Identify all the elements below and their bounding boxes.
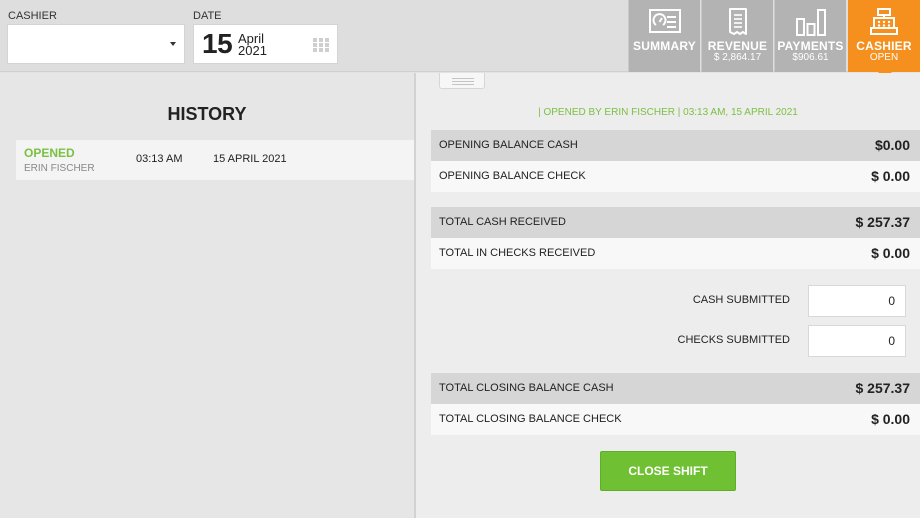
opening-balance-cash-row: OPENING BALANCE CASH $0.00: [431, 130, 920, 161]
total-cash-received-value: $ 257.37: [855, 214, 911, 230]
cash-submitted-input[interactable]: [808, 285, 906, 317]
history-panel: HISTORY OPENED ERIN FISCHER 03:13 AM 15 …: [0, 73, 414, 518]
closing-balance-check-label: TOTAL CLOSING BALANCE CHECK: [439, 413, 622, 425]
closing-balance-cash-row: TOTAL CLOSING BALANCE CASH $ 257.37: [431, 373, 920, 404]
total-cash-received-label: TOTAL CASH RECEIVED: [439, 216, 566, 228]
bar-chart-icon: [794, 7, 828, 42]
tab-cashier-label: CASHIER: [856, 39, 912, 53]
history-row-time: 03:13 AM: [136, 153, 183, 165]
date-year: 2021: [238, 43, 267, 58]
opening-balance-check-row: OPENING BALANCE CHECK $ 0.00: [431, 161, 920, 192]
total-cash-received-row: TOTAL CASH RECEIVED $ 257.37: [431, 207, 920, 238]
tab-summary[interactable]: SUMMARY: [628, 0, 700, 72]
shift-panel: | OPENED BY ERIN FISCHER | 03:13 AM, 15 …: [416, 73, 920, 518]
date-picker[interactable]: 15 April 2021: [193, 24, 338, 64]
cashier-select[interactable]: [7, 24, 185, 64]
date-label: DATE: [193, 10, 222, 22]
close-shift-button[interactable]: CLOSE SHIFT: [600, 451, 736, 491]
receipt-icon: [728, 7, 748, 42]
tab-cashier[interactable]: CASHIER OPEN: [848, 0, 920, 79]
cash-register-icon: [869, 7, 899, 42]
top-bar: CASHIER DATE 15 April 2021 SUMMARY REVEN…: [0, 0, 920, 79]
history-title: HISTORY: [167, 104, 247, 124]
opening-balance-cash-value: $0.00: [874, 137, 910, 153]
cash-submitted-label: CASH SUBMITTED: [692, 294, 790, 306]
dropdown-caret-icon: [170, 42, 176, 46]
opening-balance-check-value: $ 0.00: [871, 168, 910, 184]
tab-summary-label: SUMMARY: [633, 39, 696, 53]
tab-cashier-sub: OPEN: [869, 52, 899, 63]
tab-revenue-sub: $ 2,864.17: [713, 52, 762, 63]
history-row[interactable]: OPENED ERIN FISCHER 03:13 AM 15 APRIL 20…: [16, 140, 414, 180]
closing-balance-check-row: TOTAL CLOSING BALANCE CHECK $ 0.00: [431, 404, 920, 435]
calendar-grid-icon[interactable]: [313, 38, 329, 52]
tab-revenue[interactable]: REVENUE $ 2,864.17: [701, 0, 773, 72]
checks-submitted-input[interactable]: [808, 325, 906, 357]
opening-balance-check-label: OPENING BALANCE CHECK: [439, 170, 586, 182]
total-checks-received-row: TOTAL IN CHECKS RECEIVED $ 0.00: [431, 238, 920, 269]
opening-balance-cash-label: OPENING BALANCE CASH: [439, 139, 578, 151]
summary-icon: [648, 7, 682, 40]
history-row-date: 15 APRIL 2021: [213, 153, 287, 165]
drawer-handle-icon[interactable]: [439, 73, 485, 89]
closing-balance-cash-label: TOTAL CLOSING BALANCE CASH: [439, 382, 614, 394]
closing-balance-check-value: $ 0.00: [871, 411, 910, 427]
checks-submitted-label: CHECKS SUBMITTED: [677, 334, 790, 346]
tab-revenue-label: REVENUE: [707, 39, 768, 53]
opened-by-text: | OPENED BY ERIN FISCHER | 03:13 AM, 15 …: [538, 107, 798, 118]
tab-payments[interactable]: PAYMENTS $906.61: [774, 0, 846, 72]
date-day: 15: [202, 28, 233, 59]
closing-balance-cash-value: $ 257.37: [855, 380, 911, 396]
cashier-label: CASHIER: [8, 10, 57, 22]
history-row-name: ERIN FISCHER: [24, 163, 95, 174]
tab-payments-label: PAYMENTS: [777, 39, 844, 53]
tab-payments-sub: $906.61: [792, 52, 829, 63]
total-checks-received-value: $ 0.00: [871, 245, 910, 261]
history-row-status: OPENED: [24, 146, 75, 160]
total-checks-received-label: TOTAL IN CHECKS RECEIVED: [439, 247, 596, 259]
